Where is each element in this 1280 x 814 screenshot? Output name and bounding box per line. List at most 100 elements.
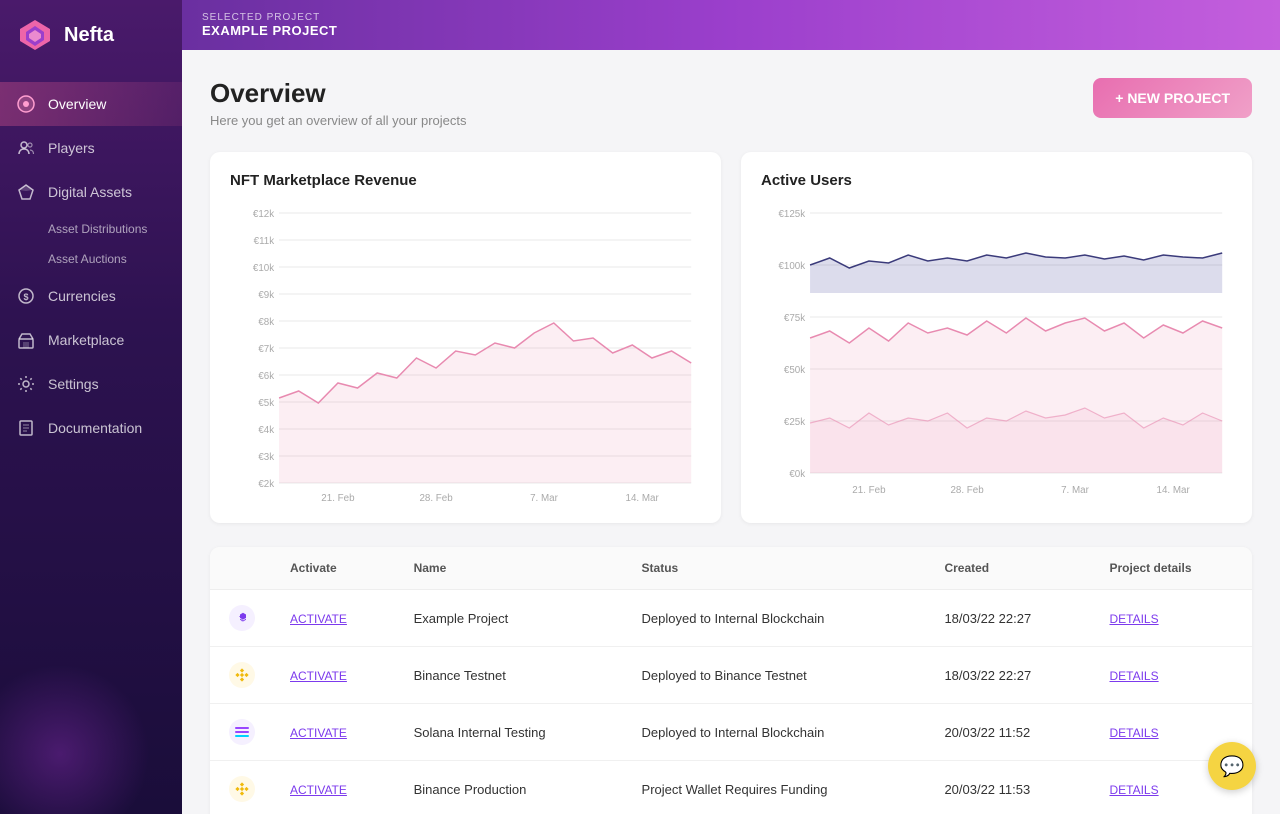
col-name: Name [398, 547, 626, 590]
row-activate-cell: ACTIVATE [274, 704, 398, 761]
svg-text:€10k: €10k [253, 263, 274, 274]
row-icon-cell [210, 761, 274, 814]
svg-text:28. Feb: 28. Feb [950, 485, 984, 496]
sidebar-item-asset-distributions[interactable]: Asset Distributions [0, 214, 182, 244]
sidebar-item-players-label: Players [48, 140, 95, 156]
svg-text:14. Mar: 14. Mar [626, 493, 660, 503]
main-content: Overview Here you get an overview of all… [182, 50, 1280, 814]
activate-link[interactable]: ACTIVATE [290, 669, 347, 683]
row-status-cell: Deployed to Binance Testnet [626, 647, 929, 704]
main-nav: Overview Players Digital A [0, 82, 182, 814]
sidebar-item-marketplace[interactable]: Marketplace [0, 318, 182, 362]
details-link[interactable]: DETAILS [1109, 783, 1158, 797]
svg-text:€6k: €6k [258, 371, 274, 382]
svg-text:21. Feb: 21. Feb [852, 485, 886, 496]
details-link[interactable]: DETAILS [1109, 669, 1158, 683]
charts-row: NFT Marketplace Revenue [210, 152, 1252, 523]
coin-icon: $ [16, 286, 36, 306]
page-title: Overview [210, 78, 467, 109]
svg-text:€0k: €0k [789, 469, 805, 480]
svg-text:€100k: €100k [778, 261, 805, 272]
table-row: ACTIVATE Binance Testnet Deployed to Bin… [210, 647, 1252, 704]
gear-icon [16, 374, 36, 394]
row-name-cell: Binance Production [398, 761, 626, 814]
svg-text:€5k: €5k [258, 398, 274, 409]
projects-tbody: ACTIVATE Example Project Deployed to Int… [210, 590, 1252, 814]
sidebar-item-overview[interactable]: Overview [0, 82, 182, 126]
project-icon [226, 659, 258, 691]
sidebar-item-documentation-label: Documentation [48, 420, 142, 436]
sidebar-item-settings[interactable]: Settings [0, 362, 182, 406]
page-header: Overview Here you get an overview of all… [210, 78, 1252, 128]
row-name-cell: Binance Testnet [398, 647, 626, 704]
table-header: Activate Name Status Created Project det… [210, 547, 1252, 590]
sidebar-item-documentation[interactable]: Documentation [0, 406, 182, 450]
svg-text:7. Mar: 7. Mar [530, 493, 558, 503]
chat-icon: 💬 [1220, 754, 1245, 779]
row-icon-cell [210, 590, 274, 647]
selected-project-label: selected project [202, 12, 337, 23]
nft-revenue-chart-area: €12k €11k €10k €9k €8k €7k €6k €5k €4k €… [230, 203, 701, 503]
sidebar-item-marketplace-label: Marketplace [48, 332, 124, 348]
svg-text:28. Feb: 28. Feb [419, 493, 453, 503]
row-created-cell: 18/03/22 22:27 [928, 590, 1093, 647]
chat-bubble-button[interactable]: 💬 [1208, 742, 1256, 790]
table-row: ACTIVATE Example Project Deployed to Int… [210, 590, 1252, 647]
project-icon [226, 716, 258, 748]
row-status-cell: Deployed to Internal Blockchain [626, 590, 929, 647]
details-link[interactable]: DETAILS [1109, 726, 1158, 740]
row-details-cell: DETAILS [1093, 647, 1252, 704]
svg-text:€3k: €3k [258, 452, 274, 463]
sidebar-item-digital-assets[interactable]: Digital Assets [0, 170, 182, 214]
store-icon [16, 330, 36, 350]
book-icon [16, 418, 36, 438]
col-created: Created [928, 547, 1093, 590]
row-created-cell: 18/03/22 22:27 [928, 647, 1093, 704]
svg-text:€9k: €9k [258, 290, 274, 301]
nft-revenue-chart-title: NFT Marketplace Revenue [230, 172, 701, 189]
sidebar-item-asset-auctions[interactable]: Asset Auctions [0, 244, 182, 274]
table-row: ACTIVATE Binance Production Project Wall… [210, 761, 1252, 814]
svg-text:€7k: €7k [258, 344, 274, 355]
new-project-button[interactable]: + NEW PROJECT [1093, 78, 1252, 118]
col-activate: Activate [274, 547, 398, 590]
main-wrapper: selected project EXAMPLE PROJECT Overvie… [182, 0, 1280, 814]
row-activate-cell: ACTIVATE [274, 761, 398, 814]
table-wrapper: Activate Name Status Created Project det… [210, 547, 1252, 814]
row-activate-cell: ACTIVATE [274, 590, 398, 647]
activate-link[interactable]: ACTIVATE [290, 726, 347, 740]
details-link[interactable]: DETAILS [1109, 612, 1158, 626]
row-status-cell: Deployed to Internal Blockchain [626, 704, 929, 761]
row-status-cell: Project Wallet Requires Funding [626, 761, 929, 814]
row-created-cell: 20/03/22 11:52 [928, 704, 1093, 761]
sidebar-item-currencies[interactable]: $ Currencies [0, 274, 182, 318]
project-icon [226, 773, 258, 805]
project-selector: selected project EXAMPLE PROJECT [202, 12, 337, 38]
col-details: Project details [1093, 547, 1252, 590]
col-icon [210, 547, 274, 590]
logo-text: Nefta [64, 24, 114, 47]
row-icon-cell [210, 647, 274, 704]
svg-text:€11k: €11k [254, 236, 275, 247]
row-name-cell: Solana Internal Testing [398, 704, 626, 761]
svg-text:21. Feb: 21. Feb [321, 493, 355, 503]
projects-table-card: Activate Name Status Created Project det… [210, 547, 1252, 814]
table-row: ACTIVATE Solana Internal Testing Deploye… [210, 704, 1252, 761]
users-icon [16, 138, 36, 158]
svg-text:€2k: €2k [258, 479, 274, 490]
sidebar: Nefta Overview Players [0, 0, 182, 814]
home-icon [16, 94, 36, 114]
logo-area: Nefta [0, 0, 182, 70]
svg-text:€8k: €8k [258, 317, 274, 328]
row-created-cell: 20/03/22 11:53 [928, 761, 1093, 814]
activate-link[interactable]: ACTIVATE [290, 612, 347, 626]
diamond-icon [16, 182, 36, 202]
sidebar-item-players[interactable]: Players [0, 126, 182, 170]
svg-text:7. Mar: 7. Mar [1061, 485, 1089, 496]
active-users-chart-card: Active Users €125k €100k €75k [741, 152, 1252, 523]
svg-text:€25k: €25k [784, 417, 805, 428]
project-icon [226, 602, 258, 634]
activate-link[interactable]: ACTIVATE [290, 783, 347, 797]
active-users-svg: €125k €100k €75k €50k €25k €0k 21. Feb 2… [761, 203, 1232, 503]
nft-revenue-svg: €12k €11k €10k €9k €8k €7k €6k €5k €4k €… [230, 203, 701, 503]
